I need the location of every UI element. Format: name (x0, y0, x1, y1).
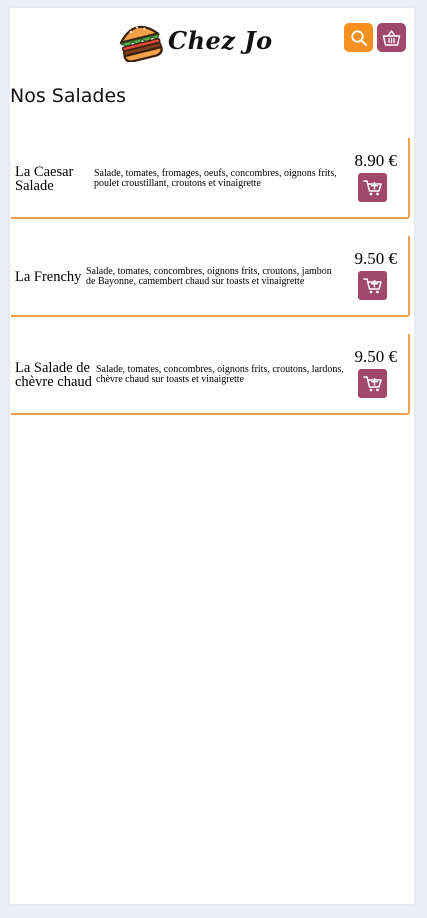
basket-icon (382, 29, 401, 46)
section-title: Nos Salades (10, 85, 127, 107)
menu-item: La Caesar Salade Salade, tomates, fromag… (11, 138, 410, 219)
menu-list: La Caesar Salade Salade, tomates, fromag… (10, 138, 414, 432)
menu-item: La Frenchy Salade, tomates, concombres, … (11, 236, 410, 317)
item-description: Salade, tomates, concombres, oignons fri… (86, 266, 332, 287)
item-price: 8.90 € (354, 151, 398, 170)
add-to-cart-button[interactable] (358, 271, 387, 300)
basket-button[interactable] (377, 23, 406, 52)
item-description: Salade, tomates, fromages, oeufs, concom… (94, 168, 337, 189)
item-price: 9.50 € (354, 249, 398, 268)
item-name: La Salade de chèvre chaud (15, 360, 92, 390)
add-to-cart-icon (362, 179, 382, 195)
item-name: La Caesar Salade (15, 164, 74, 194)
item-description: Salade, tomates, concombres, oignons fri… (96, 364, 344, 385)
search-button[interactable] (344, 23, 373, 52)
page: Chez Jo Nos Salades La Caesar Salade Sal… (10, 8, 414, 904)
add-to-cart-button[interactable] (358, 369, 387, 398)
add-to-cart-icon (362, 375, 382, 391)
header: Chez Jo (10, 8, 414, 72)
add-to-cart-icon (362, 277, 382, 293)
burger-icon (119, 25, 163, 62)
search-icon (350, 29, 367, 46)
brand-name: Chez Jo (168, 25, 273, 55)
add-to-cart-button[interactable] (358, 173, 387, 202)
item-price: 9.50 € (354, 347, 398, 366)
brand-logo[interactable]: Chez Jo (116, 18, 273, 62)
menu-item: La Salade de chèvre chaud Salade, tomate… (11, 334, 410, 415)
item-name: La Frenchy (15, 269, 82, 285)
